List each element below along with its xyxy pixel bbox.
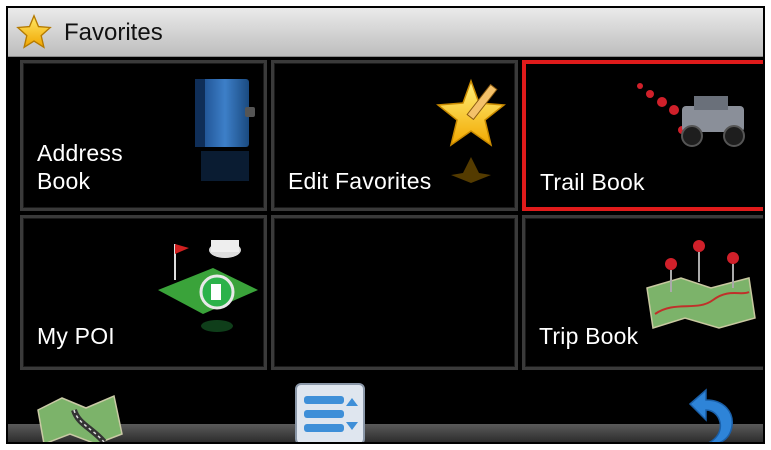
tile-label: My POI bbox=[37, 323, 115, 349]
tile-label-line2: Book bbox=[37, 168, 91, 194]
tile-label: Edit Favorites bbox=[288, 168, 432, 194]
star-pencil-icon bbox=[436, 78, 506, 183]
tile-trip-book[interactable]: Trip Book bbox=[522, 215, 763, 370]
poi-icon bbox=[158, 240, 258, 332]
bottom-toolbar bbox=[8, 372, 763, 442]
map-button[interactable] bbox=[34, 384, 126, 442]
tile-label-line1: Address bbox=[37, 140, 123, 166]
menu-list-icon bbox=[295, 383, 365, 442]
title-bar: Favorites bbox=[8, 8, 763, 57]
tile-trail-book[interactable]: Trail Book bbox=[522, 60, 763, 211]
favorites-screen: Favorites Address Book Edit Favorites Tr… bbox=[6, 6, 765, 444]
address-book-icon bbox=[195, 79, 255, 181]
tile-my-poi[interactable]: My POI bbox=[20, 215, 267, 370]
tile-address-book[interactable]: Address Book bbox=[20, 60, 267, 211]
map-pins-icon bbox=[646, 240, 756, 329]
tile-edit-favorites[interactable]: Edit Favorites bbox=[271, 60, 518, 211]
map-icon bbox=[37, 394, 123, 442]
back-button[interactable] bbox=[676, 386, 740, 442]
back-arrow-icon bbox=[688, 388, 733, 442]
star-icon bbox=[16, 14, 52, 49]
tile-empty bbox=[271, 215, 518, 370]
tile-label: Trip Book bbox=[539, 323, 639, 349]
page-title: Favorites bbox=[64, 19, 163, 46]
menu-button[interactable] bbox=[290, 378, 370, 442]
tile-label: Trail Book bbox=[540, 169, 645, 195]
jeep-trail-icon bbox=[637, 83, 745, 147]
